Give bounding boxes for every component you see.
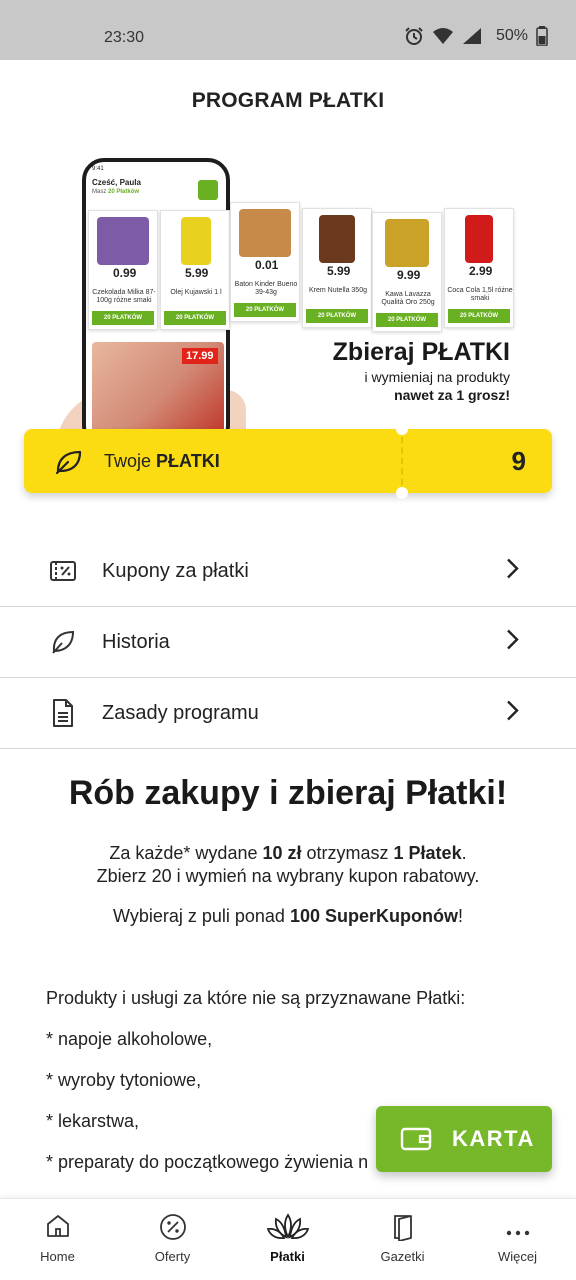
menu-item-rules[interactable]: Zasady programu — [0, 678, 576, 749]
more-dots-icon — [506, 1223, 530, 1241]
newspaper-icon — [391, 1213, 415, 1246]
product-name: Krem Nutella 350g — [309, 287, 367, 294]
product-card: 5.99 Krem Nutella 350g 20 PŁATKÓW — [302, 208, 372, 328]
points-value: 9 — [511, 446, 526, 476]
chevron-right-icon — [506, 558, 520, 585]
store-logo — [198, 180, 218, 200]
exclusion-item: * napoje alkoholowe, — [46, 1029, 213, 1049]
nav-label: Oferty — [154, 1249, 191, 1264]
product-name: Czekolada Milka 87-100g różne smaki — [92, 289, 156, 305]
chevron-right-icon — [506, 700, 520, 727]
exclusion-item: * preparaty do początkowego żywienia n — [46, 1152, 369, 1172]
product-cta: 20 PŁATKÓW — [306, 309, 368, 323]
product-cta: 20 PŁATKÓW — [92, 311, 154, 325]
wallet-icon — [400, 1127, 432, 1156]
info-paragraph: Wybieraj z puli ponad 100 SuperKuponów! — [113, 906, 463, 926]
status-icons: 50% — [404, 26, 548, 46]
tagline-heading: Zbieraj PŁATKI — [332, 338, 510, 366]
info-paragraph: Zbierz 20 i wymień na wybrany kupon raba… — [96, 866, 480, 886]
menu-item-history[interactable]: Historia — [0, 607, 576, 678]
menu-item-label: Kupony za płatki — [102, 559, 249, 582]
info-paragraph: Za każde* wydane 10 zł otrzymasz 1 Płate… — [109, 843, 467, 863]
product-price: 5.99 — [185, 266, 209, 280]
status-time: 23:30 — [104, 29, 145, 46]
leaf-icon — [54, 449, 84, 480]
product-name: Olej Kujawski 1 l — [170, 289, 222, 296]
tagline-line: nawet za 1 grosz! — [394, 387, 510, 403]
ticket-notch — [396, 423, 408, 435]
points-label: Twoje PŁATKI — [104, 451, 220, 471]
product-cta: 20 PŁATKÓW — [164, 311, 226, 325]
product-price: 0.99 — [113, 266, 137, 280]
nav-item-gazetki[interactable]: Gazetki — [345, 1199, 460, 1280]
nav-item-platki[interactable]: Płatki — [230, 1199, 345, 1280]
product-image — [465, 215, 493, 263]
product-cta: 20 PŁATKÓW — [234, 303, 296, 317]
product-cta: 20 PŁATKÓW — [376, 313, 438, 327]
document-icon — [48, 698, 78, 728]
product-cta: 20 PŁATKÓW — [448, 309, 510, 323]
exclusion-item: * wyroby tytoniowe, — [46, 1070, 202, 1090]
nav-item-more[interactable]: Więcej — [460, 1199, 575, 1280]
phone-time: 9:41 — [92, 166, 104, 172]
ticket-notch — [396, 487, 408, 499]
nav-item-home[interactable]: Home — [0, 1199, 115, 1280]
product-image — [239, 209, 291, 257]
karta-label: KARTA — [452, 1126, 535, 1151]
chevron-right-icon — [506, 629, 520, 656]
product-card: 9.99 Kawa Lavazza Qualità Oro 250g 20 PŁ… — [372, 212, 442, 332]
menu-item-label: Zasady programu — [102, 701, 259, 724]
product-image — [385, 219, 429, 267]
status-bar: 23:30 50% — [0, 0, 576, 60]
phone-price-tag: 17.99 — [182, 348, 218, 364]
nav-label: Home — [40, 1249, 75, 1264]
tagline-line: i wymieniaj na produkty — [364, 369, 510, 385]
signal-icon — [462, 27, 482, 45]
menu-item-label: Historia — [102, 630, 170, 653]
nav-item-offers[interactable]: Oferty — [115, 1199, 230, 1280]
promo-banner: 9:41 Cześć, Paula Masz 20 Płatków 17.99 … — [0, 142, 576, 442]
product-name: Baton Kinder Bueno 39-43g — [234, 281, 298, 297]
nav-label: Płatki — [270, 1249, 305, 1264]
exclusion-item: * lekarstwa, — [46, 1111, 140, 1131]
flower-icon — [266, 1213, 310, 1246]
product-image — [97, 217, 149, 265]
product-price: 5.99 — [327, 264, 351, 278]
nav-label: Więcej — [497, 1249, 537, 1264]
product-card: 2.99 Coca Cola 1,5l różne smaki 20 PŁATK… — [444, 208, 514, 328]
percent-icon — [159, 1213, 187, 1246]
product-image — [319, 215, 355, 263]
wifi-icon — [432, 27, 454, 45]
coupon-icon — [48, 556, 78, 586]
product-name: Kawa Lavazza Qualità Oro 250g — [381, 291, 435, 307]
bottom-nav: Home Oferty Płatki Gazetki Więcej — [0, 1198, 576, 1280]
home-icon — [45, 1213, 71, 1244]
product-price: 2.99 — [469, 264, 493, 278]
product-card: 0.99 Czekolada Milka 87-100g różne smaki… — [88, 210, 158, 330]
product-image — [181, 217, 211, 265]
menu-list: Kupony za płatki Historia Zasady program… — [0, 536, 576, 749]
points-card[interactable]: Twoje PŁATKI 9 — [24, 423, 552, 499]
exclusions-intro: Produkty i usługi za które nie są przyzn… — [46, 988, 466, 1008]
battery-icon — [536, 26, 548, 46]
leaf-icon — [48, 627, 78, 657]
battery-percent: 50% — [495, 27, 528, 44]
menu-item-coupons[interactable]: Kupony za płatki — [0, 536, 576, 607]
product-card: 0.01 Baton Kinder Bueno 39-43g 20 PŁATKÓ… — [230, 202, 300, 322]
product-price: 0.01 — [255, 258, 279, 272]
ticket-divider — [401, 437, 403, 485]
nav-label: Gazetki — [380, 1249, 425, 1264]
alarm-icon — [404, 26, 424, 46]
info-heading: Rób zakupy i zbieraj Płatki! — [68, 774, 508, 812]
page-title: PROGRAM PŁATKI — [191, 89, 385, 112]
banner-tagline: Zbieraj PŁATKI i wymieniaj na produkty n… — [333, 338, 510, 403]
karta-button[interactable]: KARTA — [376, 1106, 552, 1172]
product-card: 5.99 Olej Kujawski 1 l 20 PŁATKÓW — [160, 210, 230, 330]
product-name: Coca Cola 1,5l różne smaki — [447, 287, 513, 303]
product-price: 9.99 — [397, 268, 421, 282]
